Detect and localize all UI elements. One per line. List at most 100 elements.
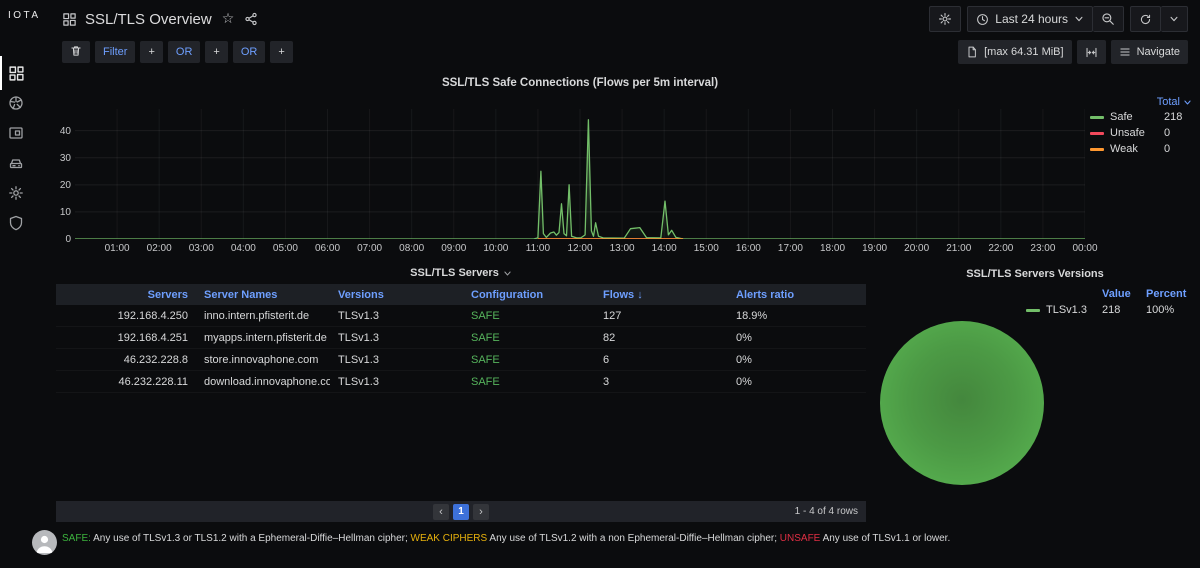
table-cell: 6 (603, 353, 610, 366)
x-tick-label: 21:00 (946, 243, 972, 254)
refresh-interval-button[interactable] (1161, 6, 1188, 32)
or-button-2[interactable]: OR (232, 41, 266, 63)
sidebar: IOTA (0, 0, 52, 568)
sidebar-item-storage[interactable] (0, 148, 52, 178)
rows-count-info: 1 - 4 of 4 rows (794, 506, 858, 517)
favorite-star-icon[interactable]: ☆ (222, 11, 235, 27)
chevron-down-icon (1184, 100, 1191, 104)
pie-legend-item[interactable]: TLSv1.3 218 100% (1026, 304, 1196, 316)
refresh-button[interactable] (1130, 6, 1161, 32)
main-content: SSL/TLS Overview ☆ Last 24 hours Filter … (52, 0, 1200, 568)
table-row[interactable]: 46.232.228.8 store.innovaphone.com TLSv1.3… (56, 349, 866, 371)
legend-header-label: Total (1156, 96, 1180, 108)
legend-item-unsafe[interactable]: Unsafe 0 (1090, 127, 1194, 139)
add-filter-button-2[interactable]: + (205, 41, 228, 63)
x-tick-label: 19:00 (862, 243, 888, 254)
table-header-server-names[interactable]: Server Names (196, 289, 330, 301)
unsafe-text: Any use of TLSv1.1 or lower. (820, 533, 951, 544)
next-page-button[interactable]: › (473, 503, 489, 520)
table-header-alerts-ratio[interactable]: Alerts ratio (728, 289, 866, 301)
x-tick-label: 02:00 (146, 243, 172, 254)
safe-text: Any use of TLSv1.3 or TLS1.2 with a Ephe… (90, 533, 411, 544)
table-header-servers[interactable]: Servers (56, 289, 196, 301)
table-body: 192.168.4.250 inno.intern.pfisterit.de TLS… (56, 305, 866, 393)
magnifier-minus-icon (1101, 12, 1115, 26)
x-tick-label: 13:00 (609, 243, 635, 254)
y-tick-label: 10 (59, 206, 71, 218)
pie-legend-series-color (1026, 308, 1040, 312)
versions-pie-title: SSL/TLS Servers Versions (966, 268, 1104, 280)
table-cell: download.innovaphone.com (204, 375, 330, 388)
clear-filters-button[interactable] (62, 41, 90, 63)
time-range-picker[interactable]: Last 24 hours (967, 6, 1093, 32)
bottom-row: SSL/TLS Servers Servers Server Names Ver… (52, 262, 1200, 568)
fit-width-button[interactable] (1076, 40, 1106, 64)
timeseries-plot[interactable] (75, 109, 1085, 239)
legend-sort-header[interactable]: Total (1090, 96, 1194, 108)
pie-legend-items: TLSv1.3 218 100% (1026, 304, 1196, 316)
table-header-flows[interactable]: Flows ↓ (595, 289, 728, 301)
pie-chart[interactable] (880, 321, 1044, 485)
table-cell: TLSv1.3 (338, 331, 379, 344)
sidebar-nav (0, 56, 52, 238)
table-header-versions[interactable]: Versions (330, 289, 463, 301)
filter-button[interactable]: Filter (95, 41, 136, 63)
zoom-out-button[interactable] (1093, 6, 1124, 32)
add-filter-button-1[interactable]: + (140, 41, 163, 63)
dashboard-settings-button[interactable] (929, 6, 962, 32)
filter-toolbar: Filter + OR + OR + [max 64.31 MiB] Navig… (52, 38, 1200, 66)
or-button-1[interactable]: OR (167, 41, 201, 63)
legend-item-weak[interactable]: Weak 0 (1090, 143, 1194, 155)
x-tick-label: 18:00 (819, 243, 846, 254)
table-row[interactable]: 192.168.4.251 myapps.intern.pfisterit.de T… (56, 327, 866, 349)
legend-series-color (1090, 147, 1104, 151)
navigate-button[interactable]: Navigate (1110, 40, 1188, 64)
pie-legend-header-value[interactable]: Value (1102, 288, 1146, 300)
versions-pie-panel: SSL/TLS Servers Versions Value Percent T… (870, 262, 1200, 524)
share-icon[interactable] (244, 12, 258, 26)
safe-label: SAFE: (62, 533, 91, 544)
legend-item-safe[interactable]: Safe 218 (1090, 111, 1194, 123)
refresh-controls (1130, 6, 1188, 32)
add-filter-button-3[interactable]: + (270, 41, 293, 63)
x-tick-label: 10:00 (483, 243, 509, 254)
sidebar-item-apps[interactable] (0, 56, 52, 90)
table-cell: 0% (736, 331, 752, 344)
x-axis-labels: 01:00 02:00 03:00 04:00 05:00 06:00 07:00 08:00… (75, 243, 1098, 257)
pie-legend-header: Value Percent (1026, 288, 1196, 300)
gear-icon (938, 12, 952, 26)
legend-item-label: Weak (1110, 143, 1138, 155)
sidebar-item-remote-view[interactable] (0, 118, 52, 148)
time-controls: Last 24 hours (967, 6, 1124, 32)
servers-table-title-row[interactable]: SSL/TLS Servers (56, 262, 866, 284)
pie-legend-header-percent[interactable]: Percent (1146, 288, 1196, 300)
table-cell: store.innovaphone.com (204, 353, 319, 366)
sidebar-item-security[interactable] (0, 208, 52, 238)
table-cell: SAFE (471, 309, 500, 322)
y-tick-label: 30 (59, 152, 71, 164)
legend-item-label: Unsafe (1110, 127, 1145, 139)
table-row[interactable]: 192.168.4.250 inno.intern.pfisterit.de TLS… (56, 305, 866, 327)
servers-table-title: SSL/TLS Servers (410, 267, 499, 279)
x-tick-label: 05:00 (272, 243, 298, 254)
x-tick-label: 22:00 (988, 243, 1014, 254)
table-cell: 18.9% (736, 309, 768, 322)
prev-page-button[interactable]: ‹ (433, 503, 449, 520)
memory-usage-button[interactable]: [max 64.31 MiB] (958, 40, 1072, 64)
table-header-configuration[interactable]: Configuration (463, 289, 595, 301)
collapse-horizontal-icon (1085, 46, 1098, 59)
screen-icon (8, 125, 24, 141)
x-tick-label: 23:00 (1030, 243, 1056, 254)
memory-usage-label: [max 64.31 MiB] (984, 46, 1064, 58)
chevron-down-icon (503, 269, 512, 278)
sidebar-item-settings[interactable] (0, 178, 52, 208)
table-row[interactable]: 46.232.228.11 download.innovaphone.com TLS… (56, 371, 866, 393)
y-tick-label: 20 (59, 179, 71, 191)
table-cell: 46.232.228.11 (118, 375, 188, 388)
y-axis-labels: 0 10 20 30 40 (52, 109, 71, 245)
pie-legend-value: 218 (1102, 304, 1121, 316)
page-number-button[interactable]: 1 (453, 503, 469, 520)
sidebar-item-capture[interactable] (0, 88, 52, 118)
y-tick-label: 0 (65, 234, 71, 245)
x-tick-label: 04:00 (230, 243, 256, 254)
